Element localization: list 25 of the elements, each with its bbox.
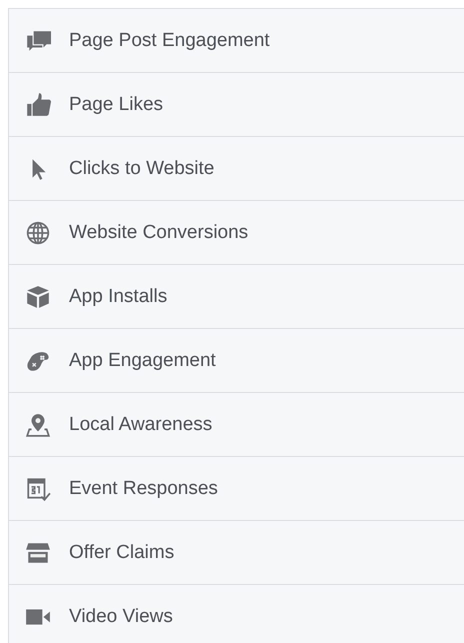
objective-item[interactable]: Video Views: [9, 585, 464, 643]
objective-label: Event Responses: [69, 478, 218, 500]
objective-item[interactable]: Event Responses: [9, 457, 464, 521]
objective-item[interactable]: Website Conversions: [9, 201, 464, 265]
objective-label: Video Views: [69, 606, 173, 628]
objective-label: Offer Claims: [69, 542, 174, 564]
objective-item[interactable]: Offer Claims: [9, 521, 464, 585]
objective-label: App Installs: [69, 286, 168, 308]
calendar-icon: [25, 476, 51, 502]
objective-item[interactable]: App Engagement: [9, 329, 464, 393]
objective-item[interactable]: App Installs: [9, 265, 464, 329]
globe-icon: [25, 220, 51, 246]
objective-item[interactable]: Page Likes: [9, 73, 464, 137]
objective-item[interactable]: Page Post Engagement: [9, 9, 464, 73]
box-icon: [25, 284, 51, 310]
objective-label: Local Awareness: [69, 414, 212, 436]
objective-label: Clicks to Website: [69, 158, 214, 180]
thumbs-up-icon: [25, 92, 51, 118]
objective-item[interactable]: Local Awareness: [9, 393, 464, 457]
objective-label: Page Post Engagement: [69, 30, 270, 52]
objective-item[interactable]: Clicks to Website: [9, 137, 464, 201]
objective-label: Page Likes: [69, 94, 164, 116]
map-pin-icon: [25, 412, 51, 438]
objective-label: App Engagement: [69, 350, 216, 372]
objective-label: Website Conversions: [69, 222, 248, 244]
